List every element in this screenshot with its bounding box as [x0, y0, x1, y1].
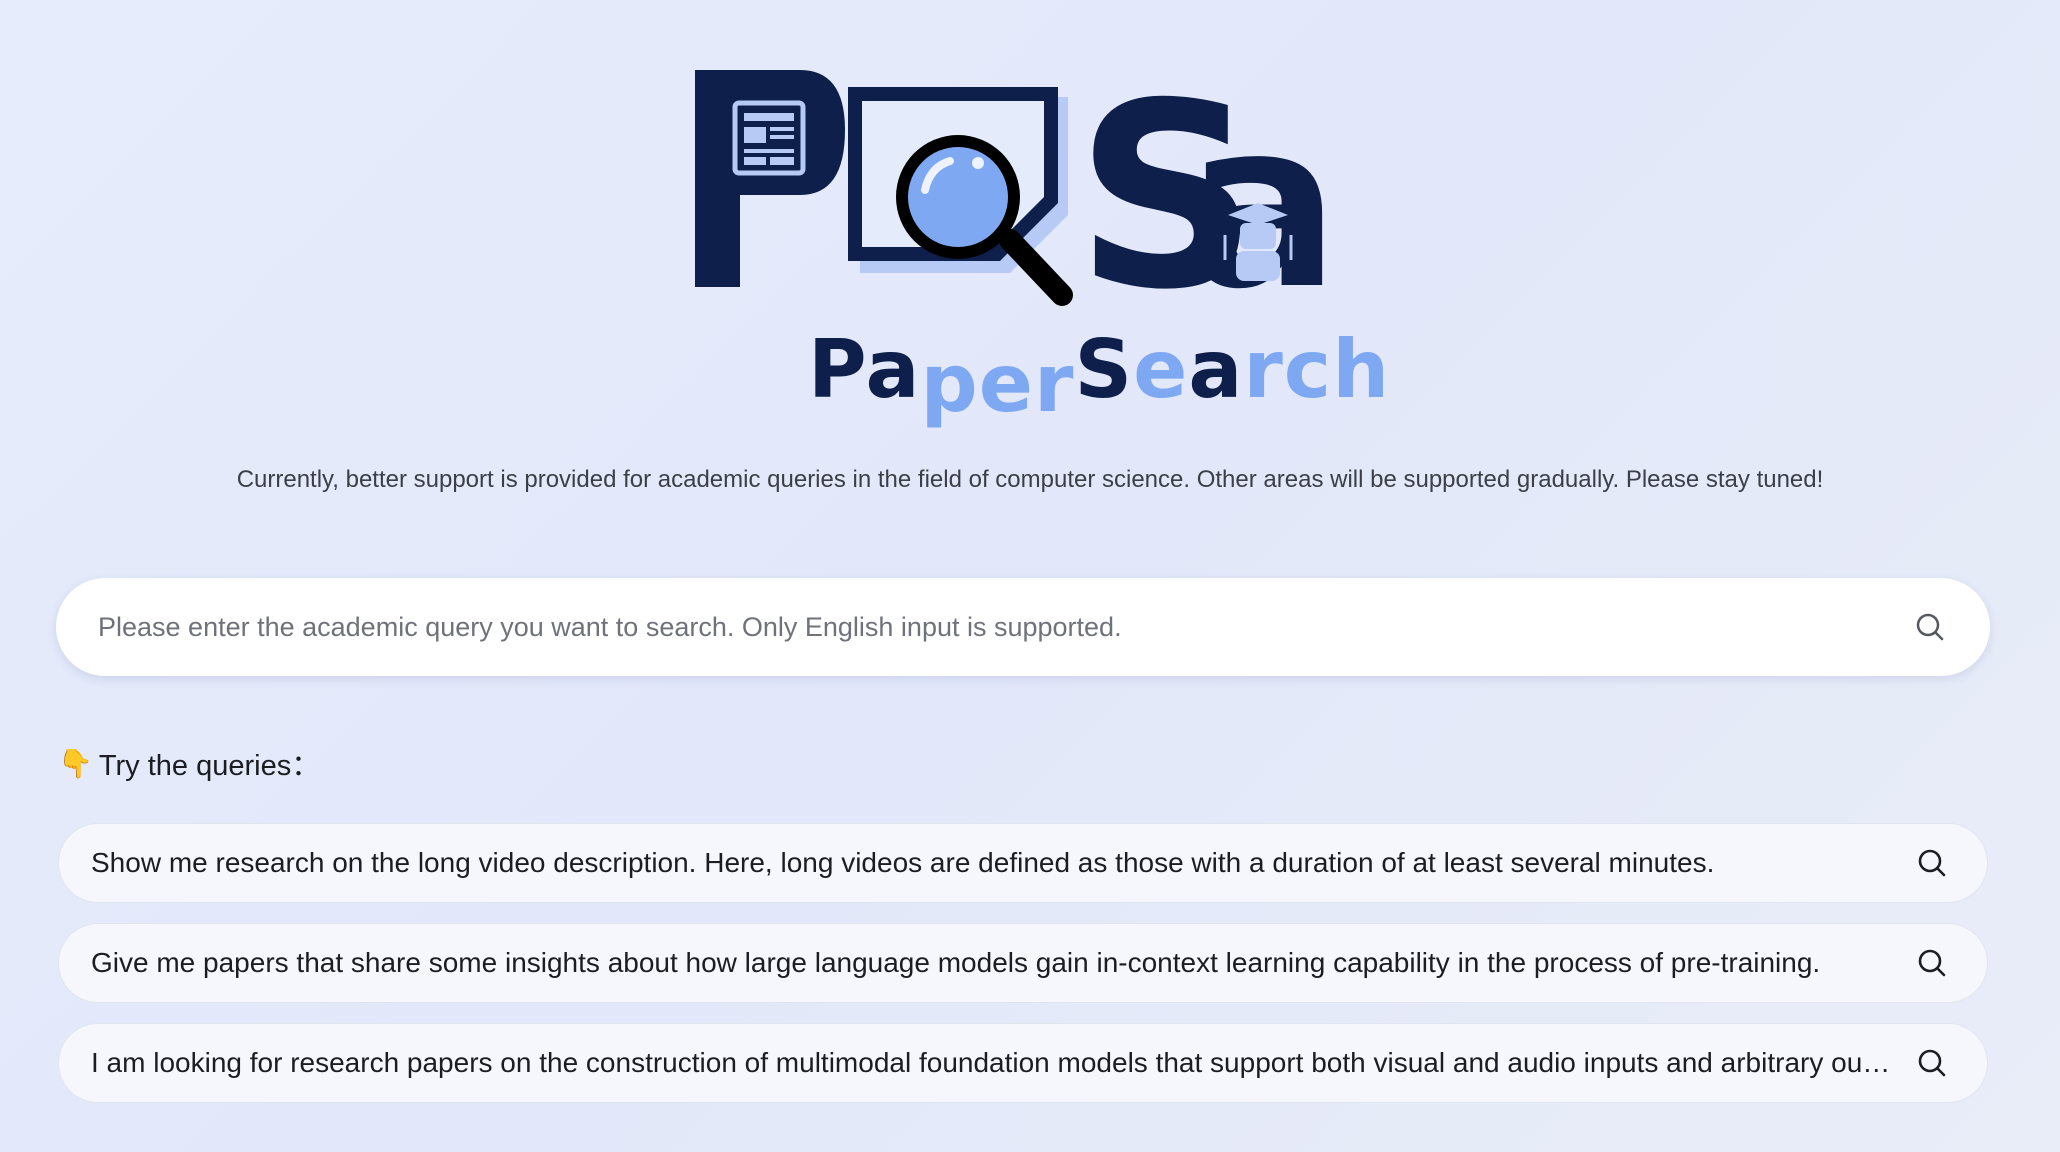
- example-query-list: Show me research on the long video descr…: [58, 823, 1988, 1123]
- search-button[interactable]: [1910, 607, 1950, 647]
- search-icon[interactable]: [1915, 1046, 1949, 1080]
- try-queries-heading: 👇 Try the queries：: [58, 742, 320, 784]
- example-query-text: Give me papers that share some insights …: [91, 947, 1821, 978]
- search-box: [56, 578, 1990, 676]
- search-input[interactable]: [96, 610, 1910, 644]
- brand-name-part: a: [1188, 323, 1244, 416]
- search-icon[interactable]: [1915, 946, 1949, 980]
- subtitle: Currently, better support is provided fo…: [236, 466, 1824, 493]
- search-icon: [1916, 613, 1944, 641]
- example-query-item[interactable]: Show me research on the long video descr…: [58, 823, 1988, 903]
- brand-name-part: rch: [1243, 323, 1391, 416]
- brand-name-part: per: [920, 337, 1075, 430]
- pasa-logo-mark: S a: [695, 55, 1340, 345]
- brand-name-part: e: [1133, 323, 1189, 416]
- brand-name: PaperSearch: [808, 330, 1390, 424]
- logo: S a: [680, 55, 1380, 345]
- pointing-down-icon: 👇: [58, 747, 93, 779]
- example-query-item[interactable]: I am looking for research papers on the …: [58, 1023, 1988, 1103]
- example-query-text: Show me research on the long video descr…: [91, 847, 1715, 878]
- brand-name-part: S: [1074, 323, 1134, 416]
- search-icon[interactable]: [1915, 846, 1949, 880]
- brand-name-part: Pa: [808, 323, 921, 416]
- example-query-text: I am looking for research papers on the …: [91, 1047, 1915, 1078]
- example-query-item[interactable]: Give me papers that share some insights …: [58, 923, 1988, 1003]
- try-queries-label: Try the queries：: [98, 750, 321, 782]
